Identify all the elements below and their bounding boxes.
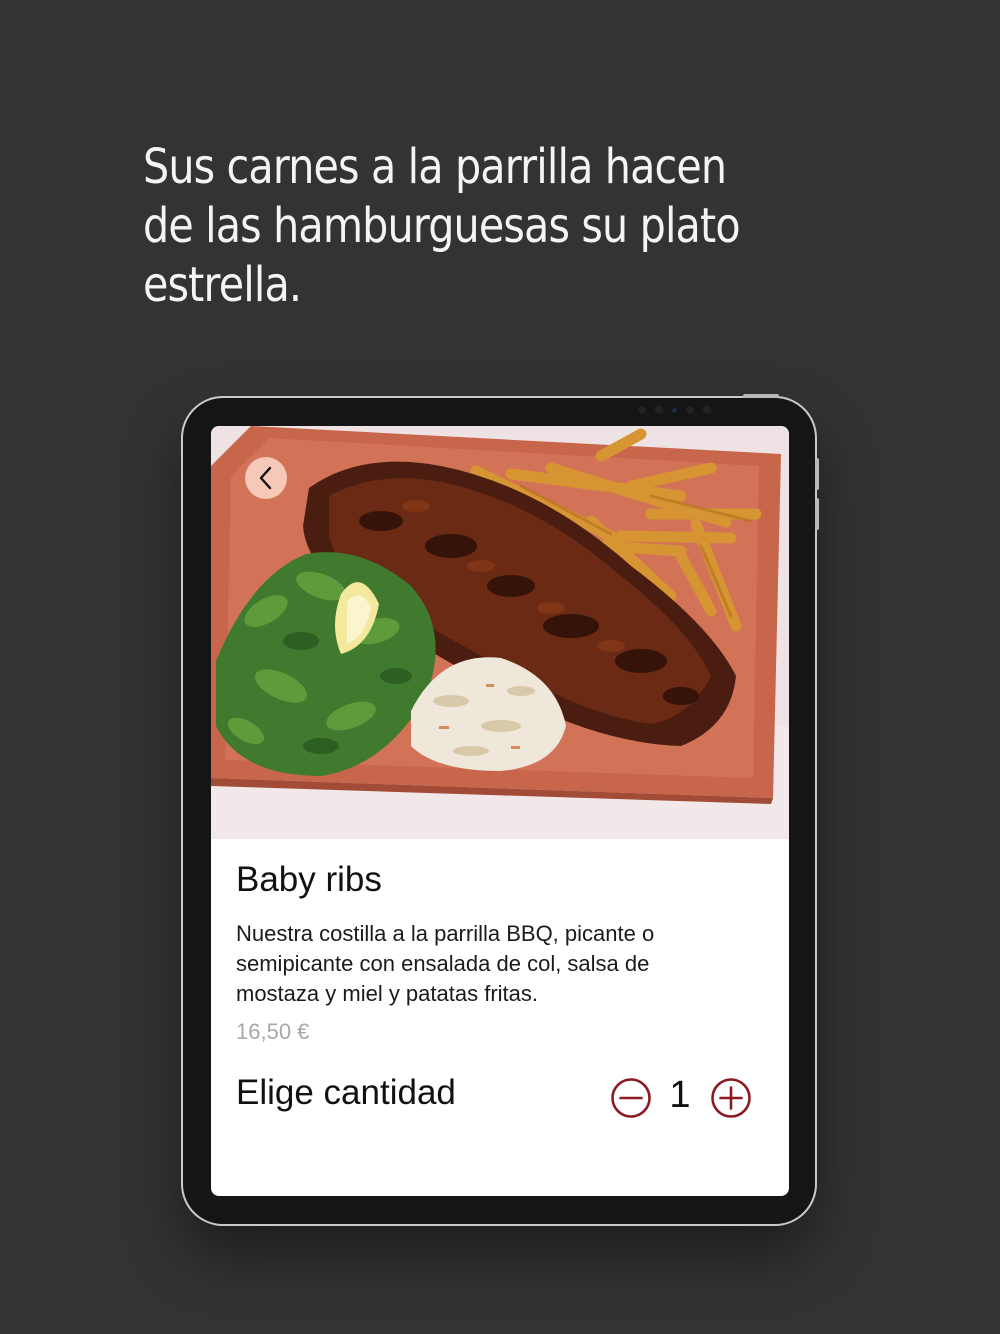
product-title: Baby ribs — [236, 860, 382, 899]
product-photo — [211, 426, 789, 839]
product-description: Nuestra costilla a la parrilla BBQ, pica… — [236, 921, 655, 1006]
minus-circle-icon[interactable] — [610, 1077, 652, 1119]
product-price: 16,50 € — [236, 1019, 310, 1044]
back-button[interactable] — [245, 457, 287, 499]
power-button — [743, 394, 779, 398]
chevron-left-icon — [259, 466, 272, 490]
tablet-frame: Baby ribs Nuestra costilla a la parrilla… — [183, 394, 819, 1224]
quantity-label: Elige cantidad — [236, 1073, 456, 1112]
app-screen: Baby ribs Nuestra costilla a la parrilla… — [211, 426, 789, 1196]
quantity-value: 1 — [669, 1074, 691, 1116]
volume-down-button — [815, 498, 819, 530]
promo-headline: Sus carnes a la parrilla hacen de las ha… — [143, 139, 741, 313]
plus-circle-icon[interactable] — [710, 1077, 752, 1119]
volume-up-button — [815, 458, 819, 490]
front-camera — [638, 405, 728, 415]
